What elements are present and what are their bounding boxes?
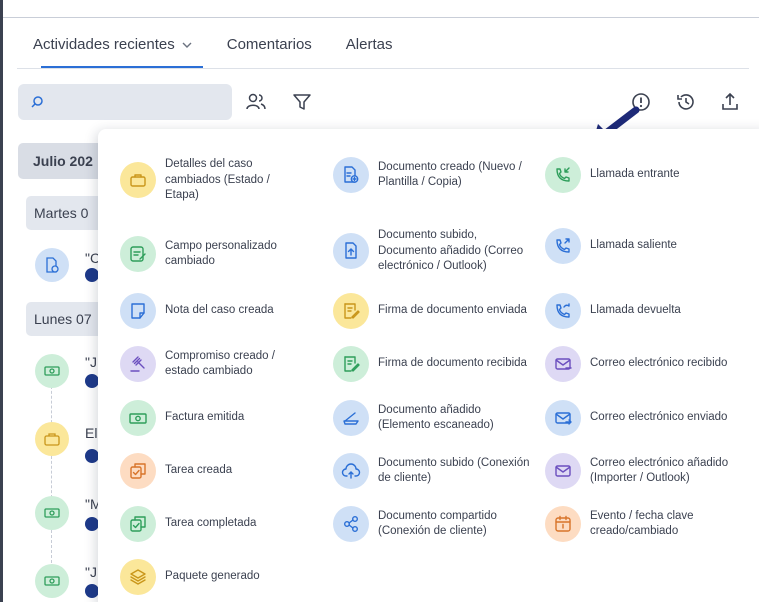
task-done-icon (120, 506, 156, 542)
activity-type-label: Nota del caso creada (165, 304, 274, 317)
activity-type-option[interactable]: Documento añadido (Elemento escaneado) (333, 400, 533, 436)
users-icon[interactable] (245, 91, 267, 113)
activity-type-option[interactable]: Llamada devuelta (545, 293, 755, 329)
document-add-icon (35, 248, 69, 282)
export-icon[interactable] (719, 91, 741, 113)
activity-type-option[interactable]: Paquete generado (120, 559, 300, 595)
activity-type-option[interactable]: Correo electrónico añadido (Importer / O… (545, 453, 755, 489)
activity-snippet: El (85, 425, 98, 441)
activity-type-option[interactable]: Tarea creada (120, 453, 300, 489)
tab-label: Alertas (345, 36, 393, 53)
chevron-down-icon (182, 42, 192, 48)
activity-type-option[interactable]: Firma de documento recibida (333, 346, 533, 382)
phone-return-icon (545, 293, 581, 329)
activity-filter-dropdown: Detalles del caso cambiados (Estado / Et… (98, 129, 759, 602)
activity-type-option[interactable]: Nota del caso creada (120, 293, 300, 329)
activity-type-label: Llamada devuelta (590, 304, 681, 317)
briefcase-icon (35, 422, 69, 456)
banknote-icon (35, 496, 69, 530)
activity-type-option[interactable]: Llamada entrante (545, 157, 755, 193)
activity-type-label: Documento subido, Documento añadido (Cor… (378, 229, 524, 272)
activity-type-label: Documento creado (Nuevo / Plantilla / Co… (378, 160, 522, 189)
activity-type-label: Paquete generado (165, 570, 260, 583)
tab-alerts[interactable]: Alertas (346, 36, 393, 53)
banknote-icon (35, 354, 69, 388)
activity-type-option[interactable]: Documento subido (Conexión de cliente) (333, 453, 533, 489)
banknote-icon (35, 564, 69, 598)
activity-type-option[interactable]: Correo electrónico enviado (545, 400, 755, 436)
activity-type-option[interactable]: Firma de documento enviada (333, 293, 533, 329)
phone-incoming-icon (545, 157, 581, 193)
search-box[interactable] (18, 84, 232, 120)
history-icon[interactable] (675, 91, 697, 113)
activity-type-label: Correo electrónico añadido (Importer / O… (590, 456, 729, 485)
avatar (85, 517, 99, 531)
file-upload-icon (333, 233, 369, 270)
activity-type-label: Evento / fecha clave creado/cambiado (590, 509, 694, 538)
tab-recent-activities[interactable]: Actividades recientes (33, 36, 193, 53)
share-icon (333, 506, 369, 542)
top-bar (3, 0, 759, 18)
activity-panel: Actividades recientes Comentarios Alerta… (0, 0, 759, 602)
activity-type-option[interactable]: Detalles del caso cambiados (Estado / Et… (120, 157, 300, 204)
search-input[interactable] (52, 92, 222, 112)
activity-type-label: Compromiso creado / estado cambiado (165, 349, 275, 378)
activity-type-option[interactable]: Documento compartido (Conexión de client… (333, 506, 533, 542)
activity-type-option[interactable]: Documento subido, Documento añadido (Cor… (333, 228, 533, 275)
activity-type-label: Firma de documento enviada (378, 304, 527, 317)
calendar-icon (545, 506, 581, 542)
activity-type-label: Tarea creada (165, 464, 233, 477)
activity-type-option[interactable]: Evento / fecha clave creado/cambiado (545, 506, 755, 542)
mail-in-icon (545, 346, 581, 382)
cloud-upload-icon (333, 453, 369, 489)
tab-bar: Actividades recientes Comentarios Alerta… (33, 36, 392, 53)
edit-field-icon (120, 236, 156, 272)
activity-type-label: Factura emitida (165, 411, 245, 424)
activity-type-label: Tarea completada (165, 517, 257, 530)
tab-comments[interactable]: Comentarios (227, 36, 312, 53)
divider (17, 68, 749, 69)
activity-type-label: Documento añadido (Elemento escaneado) (378, 403, 494, 432)
activity-snippet: "J (85, 564, 97, 580)
activity-type-label: Firma de documento recibida (378, 357, 527, 370)
activity-type-option[interactable]: Documento creado (Nuevo / Plantilla / Co… (333, 157, 533, 193)
activity-type-option[interactable]: Llamada saliente (545, 228, 755, 264)
gavel-icon (120, 346, 156, 382)
activity-type-label: Documento compartido (Conexión de client… (378, 509, 497, 538)
task-icon (120, 453, 156, 489)
mail-add-icon (545, 453, 581, 489)
activity-type-label: Correo electrónico recibido (590, 357, 728, 370)
scanner-icon (333, 400, 369, 436)
briefcase-icon (120, 162, 156, 199)
banknote-icon (120, 400, 156, 436)
timeline-connector (51, 456, 52, 498)
avatar (85, 584, 99, 598)
activity-type-label: Correo electrónico enviado (590, 411, 728, 424)
activity-type-label: Detalles del caso cambiados (Estado / Et… (165, 158, 270, 201)
tab-label: Actividades recientes (33, 36, 175, 53)
phone-outgoing-icon (545, 228, 581, 264)
activity-type-label: Documento subido (Conexión de cliente) (378, 456, 530, 485)
activity-type-option[interactable]: Factura emitida (120, 400, 300, 436)
tab-label: Comentarios (226, 36, 312, 53)
search-icon (31, 96, 43, 108)
activity-snippet: "J (85, 354, 97, 370)
avatar (85, 268, 99, 282)
activity-type-label: Campo personalizado cambiado (165, 239, 277, 268)
filter-icon[interactable] (291, 91, 313, 113)
activity-type-option[interactable]: Correo electrónico recibido (545, 346, 755, 382)
signature-icon (333, 346, 369, 382)
document-add-icon (333, 157, 369, 193)
avatar (85, 449, 99, 463)
note-icon (120, 293, 156, 329)
avatar (85, 374, 99, 388)
activity-type-label: Llamada saliente (590, 239, 677, 252)
signature-icon (333, 293, 369, 329)
activity-type-option[interactable]: Compromiso creado / estado cambiado (120, 346, 300, 382)
layers-icon (120, 559, 156, 595)
activity-type-option[interactable]: Tarea completada (120, 506, 300, 542)
activity-type-option[interactable]: Campo personalizado cambiado (120, 236, 300, 272)
activity-type-label: Llamada entrante (590, 168, 680, 181)
mail-out-icon (545, 400, 581, 436)
